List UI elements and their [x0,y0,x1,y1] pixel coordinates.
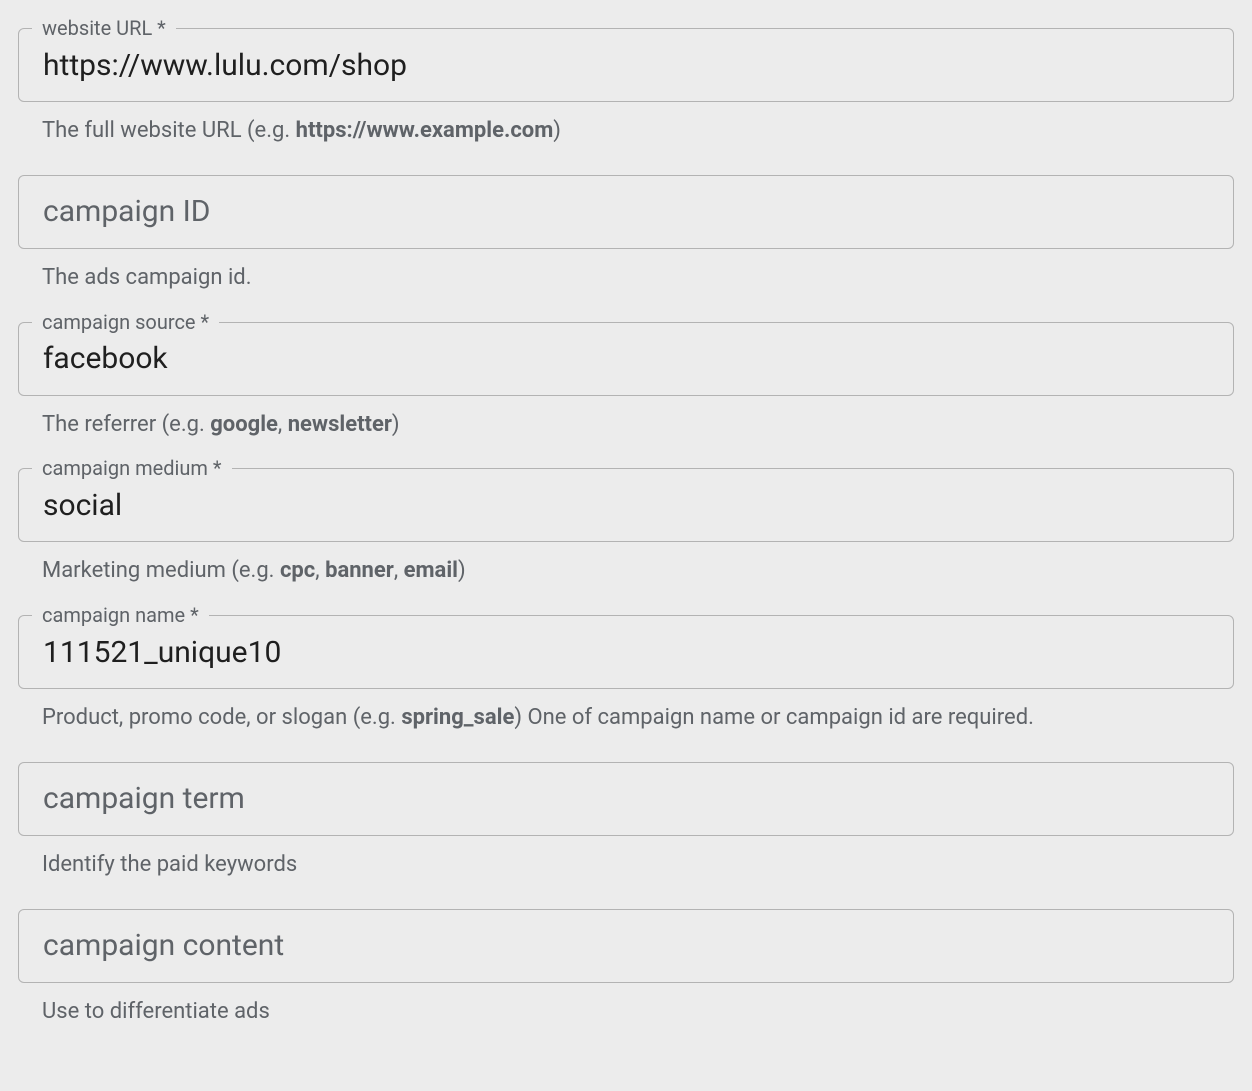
campaign-name-help: Product, promo code, or slogan (e.g. spr… [18,703,1234,734]
help-text: ) [553,118,561,143]
campaign-medium-input[interactable] [18,468,1234,542]
campaign-content-input[interactable] [18,909,1234,983]
input-wrap [18,175,1234,249]
input-wrap [18,762,1234,836]
campaign-term-help: Identify the paid keywords [18,850,1234,881]
website-url-input[interactable] [18,28,1234,102]
campaign-content-field: Use to differentiate ads [18,909,1234,1028]
help-bold: newsletter [288,412,392,437]
campaign-source-input[interactable] [18,322,1234,396]
help-text: Marketing medium (e.g. [42,558,280,583]
help-text: , [394,558,404,583]
input-wrap: campaign source * [18,322,1234,396]
campaign-id-input[interactable] [18,175,1234,249]
campaign-id-field: The ads campaign id. [18,175,1234,294]
input-wrap [18,909,1234,983]
help-bold: cpc [280,558,315,583]
website-url-help: The full website URL (e.g. https://www.e… [18,116,1234,147]
help-bold: spring_sale [401,705,514,730]
help-text: , [315,558,325,583]
help-text: ) [458,558,466,583]
help-text: ) One of campaign name or campaign id ar… [514,705,1034,730]
help-bold: google [210,412,278,437]
help-bold: https://www.example.com [296,118,554,143]
campaign-name-input[interactable] [18,615,1234,689]
campaign-id-help: The ads campaign id. [18,263,1234,294]
campaign-content-help: Use to differentiate ads [18,997,1234,1028]
campaign-medium-help: Marketing medium (e.g. cpc, banner, emai… [18,556,1234,587]
input-wrap: website URL * [18,28,1234,102]
help-bold: banner [325,558,394,583]
input-wrap: campaign medium * [18,468,1234,542]
campaign-term-input[interactable] [18,762,1234,836]
campaign-medium-field: campaign medium * Marketing medium (e.g.… [18,468,1234,587]
help-text: , [278,412,288,437]
help-text: ) [392,412,400,437]
campaign-source-field: campaign source * The referrer (e.g. goo… [18,322,1234,441]
help-bold: email [404,558,458,583]
campaign-term-field: Identify the paid keywords [18,762,1234,881]
help-text: The referrer (e.g. [42,412,210,437]
help-text: The full website URL (e.g. [42,118,296,143]
campaign-source-help: The referrer (e.g. google, newsletter) [18,410,1234,441]
campaign-name-field: campaign name * Product, promo code, or … [18,615,1234,734]
input-wrap: campaign name * [18,615,1234,689]
website-url-field: website URL * The full website URL (e.g.… [18,28,1234,147]
help-text: Product, promo code, or slogan (e.g. [42,705,401,730]
